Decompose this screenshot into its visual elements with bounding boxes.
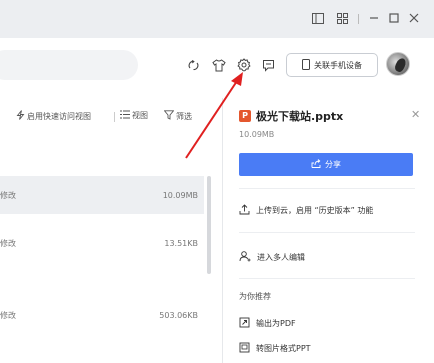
search-input[interactable] <box>0 50 138 80</box>
user-avatar[interactable] <box>386 52 410 76</box>
quick-access-view-button[interactable]: 启用快速访问视图 <box>16 110 91 122</box>
upload-label: 上传到云，启用 “历史版本” 功能 <box>256 206 374 215</box>
file-size: 503.06KB <box>159 310 198 320</box>
modified-label: 修改 <box>0 310 16 320</box>
file-size: 13.51KB <box>164 238 198 248</box>
export-pdf-icon <box>239 317 250 330</box>
file-row-2[interactable]: 修改 13.51KB <box>0 222 204 264</box>
upload-cloud-action[interactable]: 上传到云，启用 “历史版本” 功能 <box>239 204 373 217</box>
skin-shirt-icon[interactable] <box>210 56 228 74</box>
share-label: 分享 <box>325 160 341 169</box>
filter-funnel-icon <box>163 110 175 122</box>
image-ppt-icon <box>239 342 250 355</box>
close-window-icon[interactable] <box>406 10 422 26</box>
convert-image-ppt-label: 转图片格式PPT <box>256 344 311 353</box>
lightning-icon <box>16 110 25 122</box>
panel-divider <box>239 188 415 189</box>
filter-label: 筛选 <box>176 111 192 121</box>
file-size: 10.09MB <box>162 190 198 200</box>
file-list: 修改 10.09MB 修改 13.51KB 修改 503.06KB <box>0 138 222 363</box>
message-icon[interactable] <box>259 56 277 74</box>
split-view-icon[interactable] <box>310 10 326 26</box>
view-label: 视图 <box>132 111 148 120</box>
app-header: 关联手机设备 <box>0 38 434 98</box>
maximize-icon[interactable] <box>386 10 402 26</box>
convert-image-ppt-action[interactable]: 转图片格式PPT <box>239 342 311 355</box>
view-button[interactable]: 视图 <box>120 110 148 121</box>
panel-divider <box>239 232 415 233</box>
file-toolbar: 启用快速访问视图 视图 筛选 <box>0 98 222 138</box>
minimize-icon[interactable] <box>366 10 382 26</box>
file-name-title: 极光下载站.pptx <box>256 110 344 123</box>
file-row-1[interactable]: 修改 10.09MB <box>0 176 204 214</box>
pptx-file-icon: P <box>239 110 251 122</box>
phone-icon <box>302 58 310 72</box>
export-pdf-action[interactable]: 输出为PDF <box>239 317 296 330</box>
multi-user-edit-action[interactable]: 进入多人编辑 <box>239 251 305 264</box>
modified-label: 修改 <box>0 238 16 248</box>
grid-view-icon[interactable] <box>334 10 350 26</box>
share-button[interactable]: 分享 <box>239 153 413 176</box>
share-icon <box>311 159 321 170</box>
add-user-icon <box>239 251 251 264</box>
sync-icon[interactable] <box>184 56 202 74</box>
file-list-scrollbar[interactable] <box>207 176 211 274</box>
titlebar-divider <box>358 14 359 24</box>
quick-access-label: 启用快速访问视图 <box>27 111 91 121</box>
settings-gear-icon[interactable] <box>235 56 253 74</box>
export-pdf-label: 输出为PDF <box>256 319 296 328</box>
link-phone-device-button[interactable]: 关联手机设备 <box>286 53 378 77</box>
file-row-3[interactable]: 修改 503.06KB <box>0 294 204 336</box>
upload-icon <box>239 204 250 217</box>
list-view-icon <box>120 110 130 121</box>
recommend-section-title: 为你推荐 <box>239 292 271 301</box>
toolbar-divider <box>114 112 115 122</box>
device-button-label: 关联手机设备 <box>314 60 362 70</box>
file-size-label: 10.09MB <box>239 130 275 139</box>
multi-user-edit-label: 进入多人编辑 <box>257 253 305 262</box>
close-panel-icon[interactable]: ✕ <box>411 108 420 121</box>
window-titlebar <box>0 0 434 38</box>
modified-label: 修改 <box>0 190 16 200</box>
file-detail-panel: P 极光下载站.pptx ✕ 10.09MB 分享 上传到云，启用 “历史版本”… <box>222 98 434 363</box>
panel-divider <box>239 278 415 279</box>
filter-button[interactable]: 筛选 <box>163 110 192 122</box>
